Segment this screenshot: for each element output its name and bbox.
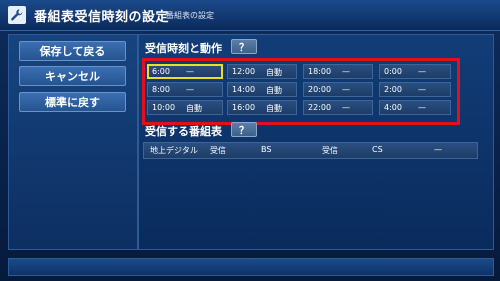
cell-time: 2:00 bbox=[384, 85, 402, 94]
cell-time: 20:00 bbox=[308, 85, 332, 94]
schedule-cell[interactable]: 8:00 — bbox=[147, 82, 223, 97]
cell-action: 自動 bbox=[266, 104, 282, 113]
receive-settings-row[interactable]: 地上デジタル 受信 BS 受信 CS — bbox=[143, 142, 478, 159]
cell-action: — bbox=[186, 67, 194, 76]
cell-action: — bbox=[186, 85, 194, 94]
restore-default-button[interactable]: 標準に戻す bbox=[19, 92, 126, 112]
cs-value[interactable]: — bbox=[434, 145, 442, 154]
cell-time: 18:00 bbox=[308, 67, 332, 76]
cs-label: CS bbox=[372, 145, 383, 154]
cell-action: — bbox=[342, 67, 350, 76]
schedule-cell[interactable]: 0:00 — bbox=[379, 64, 451, 79]
cell-action: 自動 bbox=[266, 86, 282, 95]
cell-time: 16:00 bbox=[232, 103, 256, 112]
schedule-cell[interactable]: 10:00 自動 bbox=[147, 100, 223, 115]
schedule-cell[interactable]: 16:00 自動 bbox=[227, 100, 297, 115]
schedule-cell[interactable]: 6:00 — bbox=[147, 64, 223, 79]
cell-time: 14:00 bbox=[232, 85, 256, 94]
cell-time: 6:00 bbox=[152, 67, 170, 76]
schedule-cell[interactable]: 22:00 — bbox=[303, 100, 373, 115]
cell-time: 12:00 bbox=[232, 67, 256, 76]
schedule-cell[interactable]: 20:00 — bbox=[303, 82, 373, 97]
cell-action: — bbox=[418, 85, 426, 94]
cancel-button[interactable]: キャンセル bbox=[19, 66, 126, 86]
terrestrial-label: 地上デジタル bbox=[150, 146, 198, 155]
cell-action: — bbox=[342, 85, 350, 94]
page-title: 番組表受信時刻の設定 bbox=[34, 10, 170, 25]
schedule-cell[interactable]: 2:00 — bbox=[379, 82, 451, 97]
bs-label: BS bbox=[261, 145, 272, 154]
schedule-help-button[interactable]: ？ bbox=[231, 39, 257, 54]
schedule-cell[interactable]: 18:00 — bbox=[303, 64, 373, 79]
menu-panel: 保存して戻る キャンセル 標準に戻す bbox=[8, 34, 138, 250]
title-bar: 番組表受信時刻の設定 番組表の設定 bbox=[0, 0, 500, 31]
cell-time: 8:00 bbox=[152, 85, 170, 94]
cell-time: 22:00 bbox=[308, 103, 332, 112]
schedule-cell[interactable]: 12:00 自動 bbox=[227, 64, 297, 79]
settings-screen: 番組表受信時刻の設定 番組表の設定 保存して戻る キャンセル 標準に戻す 受信時… bbox=[0, 0, 500, 281]
save-return-button[interactable]: 保存して戻る bbox=[19, 41, 126, 61]
breadcrumb: 番組表の設定 bbox=[166, 11, 214, 20]
cell-action: 自動 bbox=[186, 104, 202, 113]
schedule-cell[interactable]: 14:00 自動 bbox=[227, 82, 297, 97]
cell-time: 4:00 bbox=[384, 103, 402, 112]
cell-action: — bbox=[418, 103, 426, 112]
status-bar bbox=[8, 258, 494, 276]
cell-time: 10:00 bbox=[152, 103, 176, 112]
wrench-icon bbox=[8, 6, 26, 24]
schedule-section-title: 受信時刻と動作 bbox=[145, 42, 222, 55]
schedule-grid: 6:00 — 12:00 自動 18:00 — 0:00 — 8:00 — 14… bbox=[142, 58, 460, 125]
receive-section-title: 受信する番組表 bbox=[145, 125, 222, 138]
cell-action: — bbox=[418, 67, 426, 76]
cell-action: — bbox=[342, 103, 350, 112]
terrestrial-value[interactable]: 受信 bbox=[210, 145, 226, 156]
cell-action: 自動 bbox=[266, 68, 282, 77]
receive-help-button[interactable]: ？ bbox=[231, 122, 257, 137]
bs-value[interactable]: 受信 bbox=[322, 145, 338, 156]
cell-time: 0:00 bbox=[384, 67, 402, 76]
schedule-cell[interactable]: 4:00 — bbox=[379, 100, 451, 115]
main-panel: 受信時刻と動作 ？ 6:00 — 12:00 自動 18:00 — 0:00 — bbox=[138, 34, 494, 250]
